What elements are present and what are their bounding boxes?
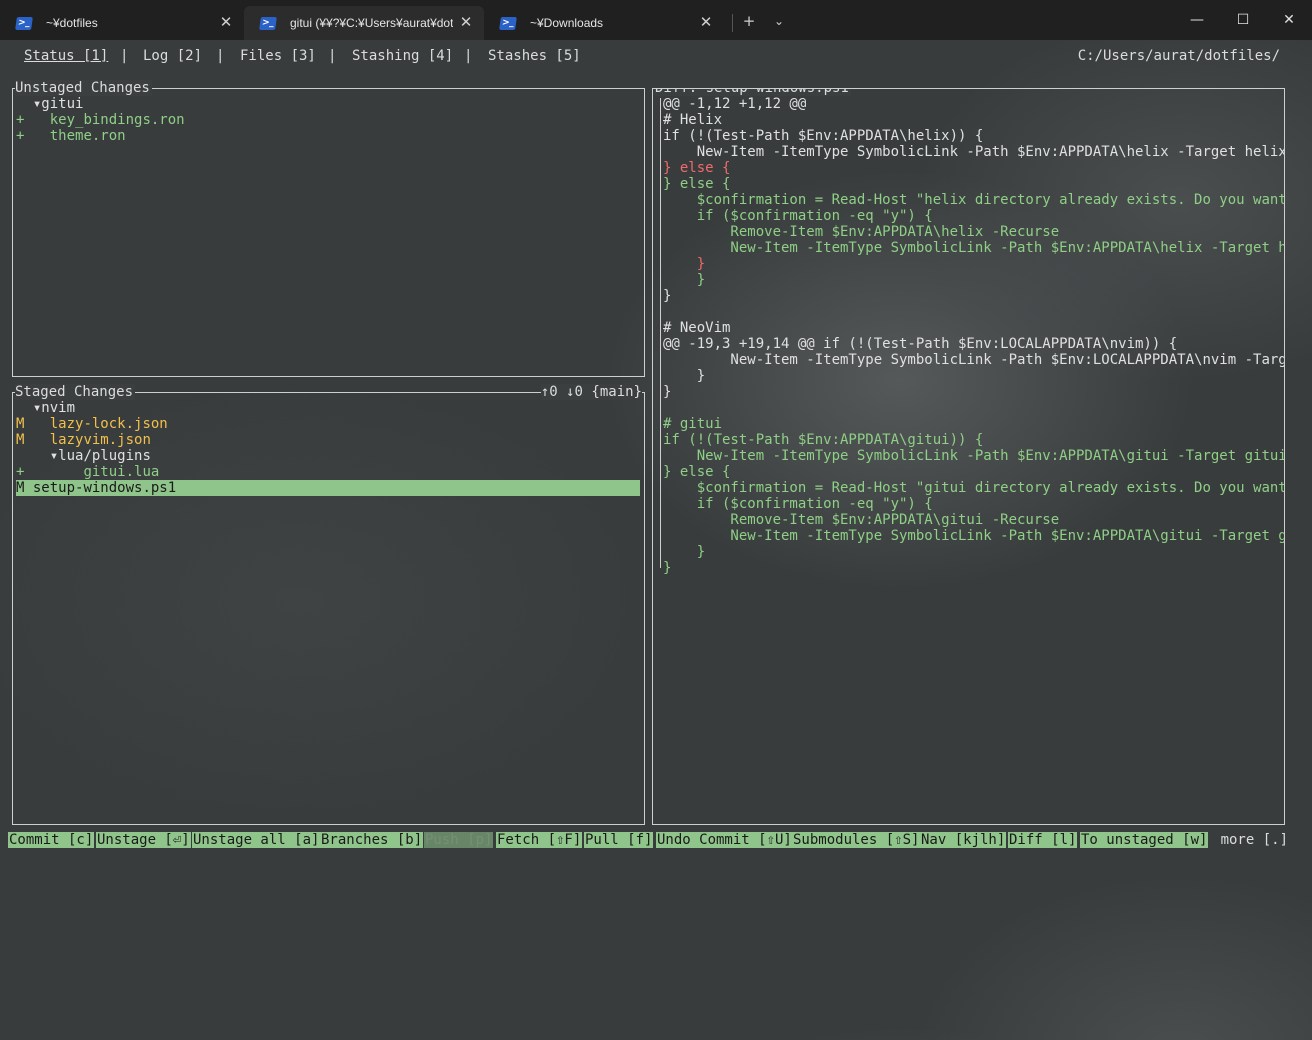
powershell-icon: >_ xyxy=(499,16,517,30)
unstaged-changes-panel[interactable]: Unstaged Changes ▾gitui + key_bindings.r… xyxy=(12,80,645,377)
close-icon[interactable]: ✕ xyxy=(218,14,234,30)
minimize-button[interactable]: — xyxy=(1174,8,1220,32)
diff-line-added: New-Item -ItemType SymbolicLink -Path $E… xyxy=(663,240,1285,256)
nav-button[interactable]: Nav [kjlh] xyxy=(920,832,1007,848)
tab-divider xyxy=(732,14,733,32)
diff-line: # Helix xyxy=(663,112,723,128)
list-item[interactable]: + theme.ron xyxy=(16,128,126,144)
powershell-icon: >_ xyxy=(15,16,33,30)
diff-line-added: if ($confirmation -eq "y") { xyxy=(663,496,933,512)
tab-status[interactable]: Status [1] xyxy=(24,48,108,64)
diff-line-removed: } xyxy=(663,256,706,272)
tab-stashing[interactable]: Stashing [4] xyxy=(352,48,453,64)
diff-line-added: } else { xyxy=(663,176,731,192)
diff-gutter xyxy=(660,98,661,568)
nav-separator: | xyxy=(328,48,337,64)
title-bar: >_ ~¥dotfiles ✕ >_ gitui (¥¥?¥C:¥Users¥a… xyxy=(0,0,1312,40)
panel-title: Diff: setup-windows.ps1 xyxy=(655,89,851,96)
diff-line-added: } else { xyxy=(663,464,731,480)
command-bar: Commit [c] Unstage [⏎] Unstage all [a] B… xyxy=(8,832,1209,848)
nav-separator: | xyxy=(464,48,473,64)
panel-title: Unstaged Changes xyxy=(15,80,152,96)
list-item[interactable]: M lazy-lock.json xyxy=(16,416,168,432)
more-button[interactable]: more [.] xyxy=(1221,832,1288,848)
list-item[interactable]: + key_bindings.ron xyxy=(16,112,185,128)
close-window-button[interactable]: ✕ xyxy=(1266,8,1312,32)
staged-changes-panel[interactable]: Staged Changes ↑0 ↓0 {main} ▾nvim M lazy… xyxy=(12,384,645,825)
branches-button[interactable]: Branches [b] xyxy=(320,832,424,848)
list-item[interactable]: + gitui.lua xyxy=(16,464,159,480)
close-icon[interactable]: ✕ xyxy=(458,14,474,30)
close-icon[interactable]: ✕ xyxy=(698,14,714,30)
diff-line-added: } xyxy=(663,272,706,288)
diff-line: New-Item -ItemType SymbolicLink -Path $E… xyxy=(663,352,1285,368)
tab-stashes[interactable]: Stashes [5] xyxy=(488,48,581,64)
diff-line-added: New-Item -ItemType SymbolicLink -Path $E… xyxy=(663,528,1285,544)
diff-line: } xyxy=(663,288,672,304)
tab-gitui[interactable]: >_ gitui (¥¥?¥C:¥Users¥aurat¥dot ✕ xyxy=(244,6,484,40)
diff-line: New-Item -ItemType SymbolicLink -Path $E… xyxy=(663,144,1285,160)
tab-files[interactable]: Files [3] xyxy=(240,48,316,64)
diff-line-added: $confirmation = Read-Host "helix directo… xyxy=(663,192,1285,208)
pull-button[interactable]: Pull [f] xyxy=(584,832,654,848)
powershell-icon: >_ xyxy=(259,16,277,30)
hunk-header: @@ -1,12 +1,12 @@ xyxy=(663,96,807,112)
submodules-button[interactable]: Submodules [⇧S] xyxy=(792,832,921,848)
unstage-all-button[interactable]: Unstage all [a] xyxy=(192,832,321,848)
list-item[interactable]: ▾nvim xyxy=(16,400,75,416)
diff-line-added: } xyxy=(663,560,672,576)
tab-downloads[interactable]: >_ ~¥Downloads ✕ xyxy=(484,6,724,40)
diff-line: } xyxy=(663,384,672,400)
diff-line: if (!(Test-Path $Env:APPDATA\helix)) { xyxy=(663,128,984,144)
diff-line-added: if (!(Test-Path $Env:APPDATA\gitui)) { xyxy=(663,432,984,448)
tab-label: ~¥Downloads xyxy=(530,16,604,30)
tab-label: ~¥dotfiles xyxy=(46,16,98,30)
list-item[interactable]: M lazyvim.json xyxy=(16,432,151,448)
to-unstaged-button[interactable]: To unstaged [w] xyxy=(1080,832,1209,848)
diff-line-added: Remove-Item $Env:APPDATA\gitui -Recurse xyxy=(663,512,1060,528)
list-item[interactable]: ▾lua/plugins xyxy=(16,448,151,464)
tab-dotfiles[interactable]: >_ ~¥dotfiles ✕ xyxy=(0,6,244,40)
nav-separator: | xyxy=(120,48,129,64)
diff-line-added: # gitui xyxy=(663,416,723,432)
diff-line-added: New-Item -ItemType SymbolicLink -Path $E… xyxy=(663,448,1285,464)
list-item[interactable]: ▾gitui xyxy=(16,96,84,112)
diff-line-added: } xyxy=(663,544,706,560)
tab-log[interactable]: Log [2] xyxy=(143,48,202,64)
panel-title: Staged Changes xyxy=(15,384,136,400)
diff-button[interactable]: Diff [l] xyxy=(1008,832,1078,848)
branch-status: ↑0 ↓0 {main} xyxy=(540,384,642,400)
diff-line-added: if ($confirmation -eq "y") { xyxy=(663,208,933,224)
unstage-button[interactable]: Unstage [⏎] xyxy=(96,832,191,848)
hunk-header: @@ -19,3 +19,14 @@ if (!(Test-Path $Env:… xyxy=(663,336,1178,352)
selected-list-item[interactable]: M setup-windows.ps1 xyxy=(16,480,640,496)
nav-separator: | xyxy=(216,48,225,64)
diff-line-added: $confirmation = Read-Host "gitui directo… xyxy=(663,480,1285,496)
tab-label: gitui (¥¥?¥C:¥Users¥aurat¥dot xyxy=(290,16,454,30)
diff-panel[interactable]: Diff: setup-windows.ps1 @@ -1,12 +1,12 @… xyxy=(652,88,1285,825)
maximize-button[interactable]: ☐ xyxy=(1220,8,1266,32)
new-tab-button[interactable]: + xyxy=(735,9,763,33)
diff-line-added: Remove-Item $Env:APPDATA\helix -Recurse xyxy=(663,224,1060,240)
diff-line: # NeoVim xyxy=(663,320,731,336)
undo-commit-button[interactable]: Undo Commit [⇧U] xyxy=(656,832,793,848)
repo-path: C:/Users/aurat/dotfiles/ xyxy=(1077,48,1280,64)
fetch-button[interactable]: Fetch [⇧F] xyxy=(496,832,583,848)
push-button[interactable]: Push [p] xyxy=(424,832,494,848)
diff-line-removed: } else { xyxy=(663,160,731,176)
commit-button[interactable]: Commit [c] xyxy=(8,832,95,848)
diff-line: } xyxy=(663,368,706,384)
chevron-down-icon[interactable]: ⌄ xyxy=(765,9,793,33)
